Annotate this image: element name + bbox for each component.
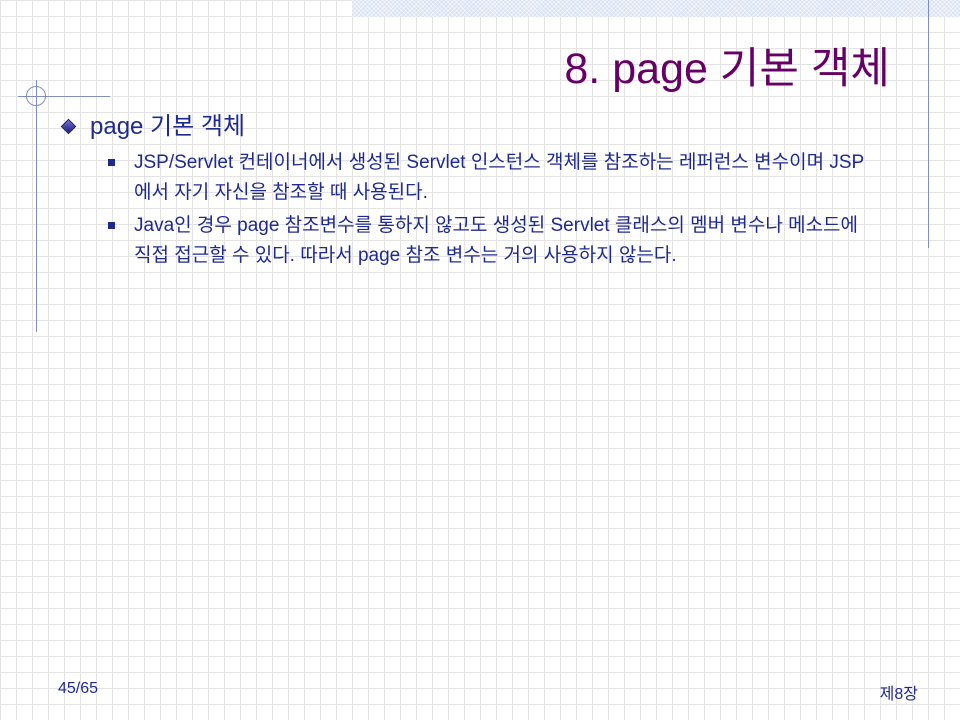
slide-title: 8. page 기본 객체 xyxy=(564,45,890,93)
top-decorative-band xyxy=(352,0,960,17)
square-bullet-icon xyxy=(108,222,115,229)
bullet-text: page 기본 객체 xyxy=(90,113,246,140)
diamond-bullet-icon xyxy=(60,118,77,135)
left-decorative-line xyxy=(36,80,37,332)
sub-bullet-item: JSP/Servlet 컨테이너에서 생성된 Servlet 인스턴스 객체를 … xyxy=(104,148,880,208)
corner-ring-icon xyxy=(26,86,46,106)
page-number: 45/65 xyxy=(58,680,99,697)
chapter-label: 제8장 xyxy=(879,686,918,703)
slide-content: page 기본 객체 JSP/Servlet 컨테이너에서 생성된 Servle… xyxy=(60,112,880,274)
square-bullet-icon xyxy=(108,159,115,166)
right-decorative-line xyxy=(928,0,929,248)
sub-bullet-text: JSP/Servlet 컨테이너에서 생성된 Servlet 인스턴스 객체를 … xyxy=(134,152,865,203)
sub-bullet-item: Java인 경우 page 참조변수를 통하지 않고도 생성된 Servlet … xyxy=(104,211,880,271)
bullet-item: page 기본 객체 xyxy=(60,112,880,142)
sub-bullet-text: Java인 경우 page 참조변수를 통하지 않고도 생성된 Servlet … xyxy=(134,215,859,266)
